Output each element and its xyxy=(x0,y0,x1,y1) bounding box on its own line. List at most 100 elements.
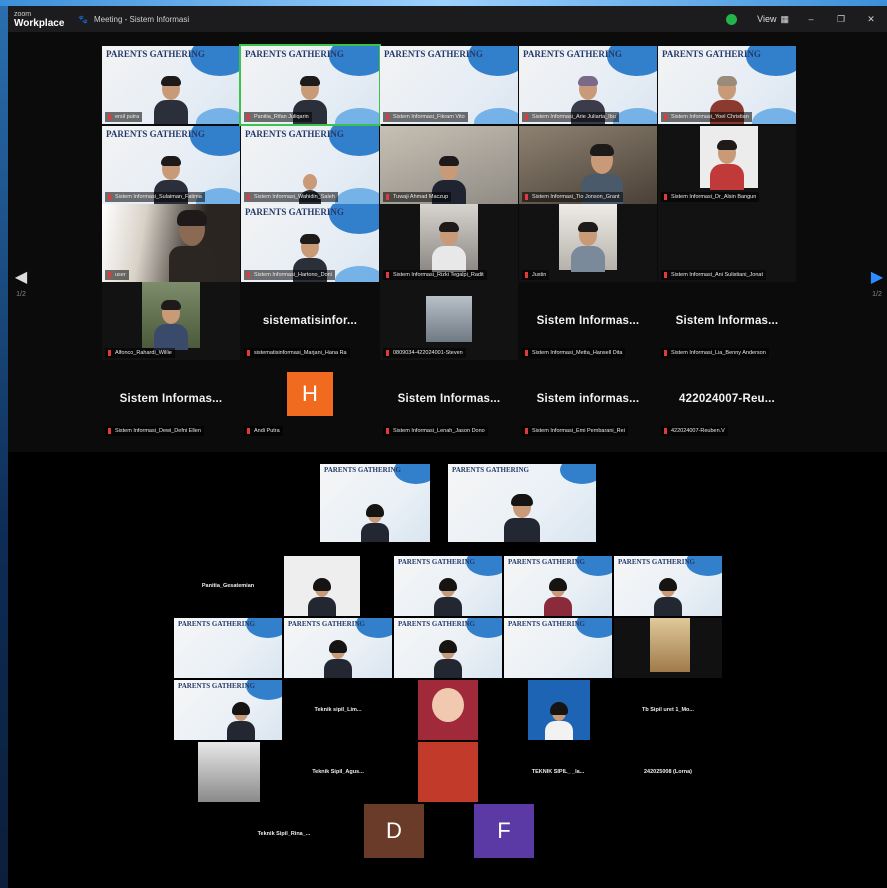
participant-tile[interactable]: PARENTS GATHERING Sistem Informasi_Arie … xyxy=(519,46,657,124)
participant-tile[interactable]: user xyxy=(102,204,240,282)
room-participant-video-off: Teknik Sipil_Rina_... xyxy=(257,831,311,837)
security-shield-icon[interactable] xyxy=(726,13,738,25)
room-tile-avatar xyxy=(528,680,590,740)
participant-name: 0809034-422024001-Steven xyxy=(383,348,466,358)
participant-video xyxy=(154,300,188,350)
room-tile: PARENTS GATHERING xyxy=(394,556,502,616)
slide-wave-decor xyxy=(335,266,379,282)
participant-name: sistematisinformasi_Marjani_Hana Ra xyxy=(244,348,350,358)
participant-name: Justin xyxy=(522,270,550,280)
participant-tile[interactable]: 0809034-422024001-Steven xyxy=(380,282,518,360)
participant-tile[interactable]: PARENTS GATHERING Sistem Informasi_Wahid… xyxy=(241,126,379,204)
meeting-paw-icon: 🐾 xyxy=(78,14,88,24)
participant-label-area: sistematisinformasi_Marjani_Hana Ra xyxy=(241,282,379,360)
slide-logo: PARENTS GATHERING xyxy=(245,207,344,217)
participant-tile[interactable]: Tuwaji Ahmad Maczup xyxy=(380,126,518,204)
maximize-button[interactable]: ❐ xyxy=(833,14,849,25)
participant-photo xyxy=(426,296,472,342)
room-participant-video xyxy=(434,578,462,616)
participant-video xyxy=(168,210,215,282)
brand-bottom-text: Workplace xyxy=(14,18,65,29)
room-participant-photo xyxy=(650,618,690,672)
page-indicator-left: 1/2 xyxy=(16,291,26,298)
slide-logo: PARENTS GATHERING xyxy=(324,466,401,474)
slide-wave-decor xyxy=(196,108,240,124)
participant-label-area: Sistem Informasi_Dewi_Defni Ellen xyxy=(102,360,240,438)
slide-logo: PARENTS GATHERING xyxy=(508,620,585,628)
slide-wave-decor xyxy=(613,108,657,124)
participant-name: Sistem Informasi_Ani Sulistiani_Jonat xyxy=(661,270,767,280)
room-tile: PARENTS GATHERING xyxy=(504,618,612,678)
participant-tile[interactable]: PARENTS GATHERING ersil putra xyxy=(102,46,240,124)
view-label: View xyxy=(757,14,777,24)
participant-tile[interactable]: PARENTS GATHERING Sistem Informasi_Fikra… xyxy=(380,46,518,124)
participant-tile[interactable]: Alfonco_Rahardi_Willie xyxy=(102,282,240,360)
participant-name: ersil putra xyxy=(105,112,143,122)
room-participant-video-off: Tb Sipil uret 1_Mo... xyxy=(642,707,694,713)
participant-label-area: 422024007-Reuben.V xyxy=(658,360,796,438)
room-tile: PARENTS GATHERING xyxy=(174,680,282,740)
room-tile-avatar xyxy=(418,680,478,740)
participant-video xyxy=(571,222,605,272)
participant-avatar-initial: H xyxy=(287,372,333,416)
participant-tile[interactable]: Sistem Informasi_Rizki Tegalpi_Radit xyxy=(380,204,518,282)
participant-label-area: Sistem Informasi_Lenah_Jason Dono xyxy=(380,360,518,438)
view-button[interactable]: View ▦ xyxy=(757,14,789,25)
meeting-info[interactable]: 🐾 Meeting - Sistem Informasi xyxy=(78,15,189,24)
participant-name: Sistem Informasi_Dewi_Defni Ellen xyxy=(105,426,204,436)
slide-wave-decor xyxy=(335,188,379,204)
slide-wave-decor xyxy=(474,108,518,124)
room-participant-video xyxy=(308,578,336,616)
room-participant-video-off: TEKNIK SIPIL_ _la... xyxy=(531,769,585,775)
desktop: zoom Workplace 🐾 Meeting - Sistem Inform… xyxy=(0,0,887,888)
participant-video xyxy=(154,76,188,124)
zoom-logo: zoom Workplace xyxy=(14,10,74,29)
participant-name: user xyxy=(105,270,129,280)
participant-tile[interactable]: PARENTS GATHERING Sistem Informasi_Harto… xyxy=(241,204,379,282)
minimize-button[interactable]: – xyxy=(803,14,819,24)
participant-tile[interactable]: Sistem Informasi_Ani Sulistiani_Jonat xyxy=(658,204,796,282)
participant-name: Sistem Informasi_Yoel Christian xyxy=(661,112,752,122)
room-participant-video xyxy=(504,494,540,542)
participant-tile[interactable]: PARENTS GATHERING Sistem Informasi_Sulai… xyxy=(102,126,240,204)
room-participant-video xyxy=(434,640,462,678)
zoom-titlebar: zoom Workplace 🐾 Meeting - Sistem Inform… xyxy=(8,6,887,32)
room-tile xyxy=(198,742,260,802)
participant-tile[interactable]: H Andi Putra xyxy=(241,360,379,438)
participant-name: Panitia_Rifan Juliqarin xyxy=(244,112,312,122)
room-tile: PARENTS GATHERING xyxy=(320,464,430,542)
slide-logo: PARENTS GATHERING xyxy=(618,558,695,566)
participant-tile[interactable]: Justin xyxy=(519,204,657,282)
slide-logo: PARENTS GATHERING xyxy=(523,49,622,59)
participant-tile[interactable]: Sistem Informasi_Dr_Alsin Bangun xyxy=(658,126,796,204)
participant-name: Sistem Informasi_Lenah_Jason Dono xyxy=(383,426,488,436)
meeting-title: Meeting - Sistem Informasi xyxy=(93,14,190,24)
room-participant-video xyxy=(544,578,572,616)
participant-tile[interactable]: PARENTS GATHERING Sistem Informasi_Yoel … xyxy=(658,46,796,124)
room-participant-video-off: Teknik Sipil_Agus... xyxy=(312,769,364,775)
slide-wave-decor xyxy=(560,464,596,484)
room-participant-video xyxy=(545,702,573,740)
next-page-button[interactable]: ▶ 1/2 xyxy=(870,267,884,307)
participant-name: Sistem Informasi_Sulaiman_Fatima xyxy=(105,192,205,202)
room-participant-video xyxy=(324,640,352,678)
slide-wave-decor xyxy=(335,108,379,124)
close-button[interactable]: ✕ xyxy=(863,14,879,25)
participant-label-area: Sistem Informasi_Emi Pembarani_Rei xyxy=(519,360,657,438)
room-tile: PARENTS GATHERING xyxy=(284,618,392,678)
room-participant-video-off: 242025008 (Lorna) xyxy=(644,769,692,775)
gallery-view: ◀ 1/2 ▶ 1/2 PARENTS GATHERING ersil putr… xyxy=(8,32,887,452)
grid-view-icon: ▦ xyxy=(780,13,789,24)
slide-logo: PARENTS GATHERING xyxy=(245,129,344,139)
participant-tile-active-speaker[interactable]: PARENTS GATHERING Panitia_Rifan Juliqari… xyxy=(239,44,381,126)
slide-logo: PARENTS GATHERING xyxy=(106,49,205,59)
room-tile xyxy=(284,556,360,616)
room-participant-video xyxy=(226,702,255,740)
participant-name: Sistem Informasi_Tio Jonson_Grant xyxy=(522,192,623,202)
participant-video xyxy=(432,222,466,272)
participant-name: Andi Putra xyxy=(244,426,283,436)
slide-logo: PARENTS GATHERING xyxy=(398,620,475,628)
participant-tile[interactable]: Sistem Informasi_Tio Jonson_Grant xyxy=(519,126,657,204)
previous-page-button[interactable]: ◀ 1/2 xyxy=(14,267,28,307)
window-controls: View ▦ – ❐ ✕ xyxy=(726,13,879,25)
